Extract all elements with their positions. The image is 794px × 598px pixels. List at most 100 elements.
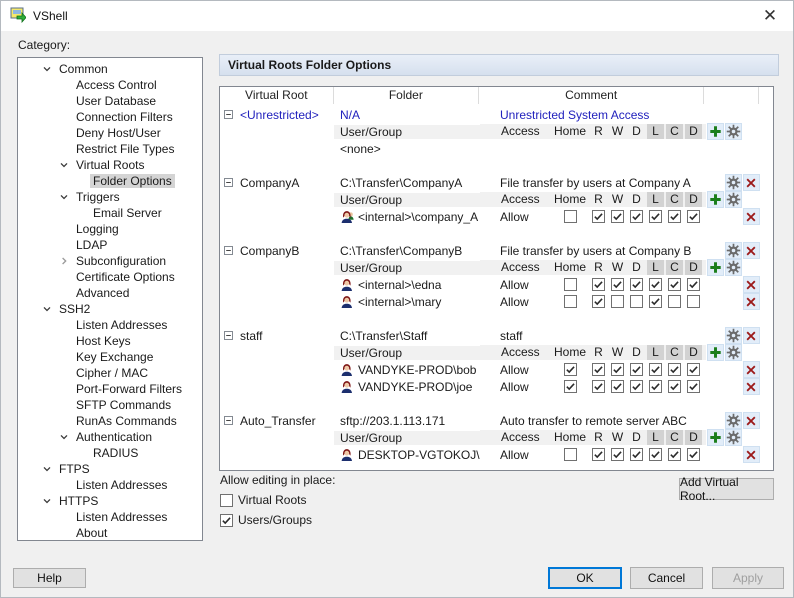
perm-checkbox-d[interactable]: [630, 448, 643, 461]
column-header-virtual-root[interactable]: Virtual Root: [220, 87, 334, 104]
tree-item-about[interactable]: About: [18, 525, 202, 541]
perm-checkbox-w[interactable]: [611, 278, 624, 291]
column-header-comment[interactable]: Comment: [479, 87, 704, 104]
cancel-button[interactable]: Cancel: [630, 567, 703, 589]
expanded-chevron-icon[interactable]: [38, 64, 56, 74]
tree-item-connection-filters[interactable]: Connection Filters: [18, 109, 202, 125]
edit-root-gear-button[interactable]: [725, 174, 742, 191]
delete-member-button[interactable]: [743, 361, 760, 378]
home-checkbox[interactable]: [564, 210, 577, 223]
add-user-button[interactable]: [707, 191, 724, 208]
perm-checkbox-d2[interactable]: [687, 448, 700, 461]
add-user-button[interactable]: [707, 259, 724, 276]
perm-checkbox-r[interactable]: [592, 448, 605, 461]
add-virtual-root-button[interactable]: Add Virtual Root...: [679, 478, 774, 500]
perm-checkbox-l[interactable]: [649, 295, 662, 308]
tree-item-advanced[interactable]: Advanced: [18, 285, 202, 301]
add-user-button[interactable]: [707, 123, 724, 140]
collapsed-chevron-icon[interactable]: [55, 256, 73, 266]
tree-item-subconfiguration[interactable]: Subconfiguration: [18, 253, 202, 269]
ok-button[interactable]: OK: [548, 567, 622, 589]
edit-root-gear-button[interactable]: [725, 412, 742, 429]
perm-checkbox-w[interactable]: [611, 210, 624, 223]
tree-item-authentication[interactable]: Authentication: [18, 429, 202, 445]
perm-checkbox-w[interactable]: [611, 363, 624, 376]
collapse-toggle-icon[interactable]: [224, 246, 233, 255]
perm-checkbox-d2[interactable]: [687, 380, 700, 393]
collapse-toggle-icon[interactable]: [224, 331, 233, 340]
perm-checkbox-d[interactable]: [630, 210, 643, 223]
perm-checkbox-c[interactable]: [668, 380, 681, 393]
delete-member-button[interactable]: [743, 208, 760, 225]
perm-checkbox-r[interactable]: [592, 363, 605, 376]
virtual-roots-checkbox-row[interactable]: Virtual Roots: [220, 493, 306, 507]
perm-checkbox-r[interactable]: [592, 278, 605, 291]
delete-member-button[interactable]: [743, 276, 760, 293]
perm-checkbox-r[interactable]: [592, 210, 605, 223]
user-settings-gear-button[interactable]: [725, 191, 742, 208]
tree-item-ldap[interactable]: LDAP: [18, 237, 202, 253]
perm-checkbox-l[interactable]: [649, 448, 662, 461]
tree-item-virtual-roots[interactable]: Virtual Roots: [18, 157, 202, 173]
perm-checkbox-w[interactable]: [611, 295, 624, 308]
tree-item-certificate-options[interactable]: Certificate Options: [18, 269, 202, 285]
expanded-chevron-icon[interactable]: [38, 304, 56, 314]
perm-checkbox-d2[interactable]: [687, 295, 700, 308]
help-button[interactable]: Help: [13, 568, 86, 588]
user-settings-gear-button[interactable]: [725, 344, 742, 361]
expanded-chevron-icon[interactable]: [55, 432, 73, 442]
virtual-roots-checkbox[interactable]: [220, 494, 233, 507]
tree-item-ssh2[interactable]: SSH2: [18, 301, 202, 317]
delete-member-button[interactable]: [743, 378, 760, 395]
perm-checkbox-l[interactable]: [649, 363, 662, 376]
edit-root-gear-button[interactable]: [725, 242, 742, 259]
close-button[interactable]: ✕: [747, 1, 793, 31]
tree-item-logging[interactable]: Logging: [18, 221, 202, 237]
expanded-chevron-icon[interactable]: [55, 160, 73, 170]
perm-checkbox-w[interactable]: [611, 448, 624, 461]
perm-checkbox-d[interactable]: [630, 380, 643, 393]
apply-button[interactable]: Apply: [712, 567, 784, 589]
edit-root-gear-button[interactable]: [725, 327, 742, 344]
user-settings-gear-button[interactable]: [725, 429, 742, 446]
perm-checkbox-c[interactable]: [668, 363, 681, 376]
tree-item-ftps[interactable]: FTPS: [18, 461, 202, 477]
tree-item-user-database[interactable]: User Database: [18, 93, 202, 109]
perm-checkbox-c[interactable]: [668, 295, 681, 308]
perm-checkbox-d2[interactable]: [687, 278, 700, 291]
home-checkbox[interactable]: [564, 380, 577, 393]
perm-checkbox-l[interactable]: [649, 210, 662, 223]
perm-checkbox-d[interactable]: [630, 363, 643, 376]
tree-item-listen-addresses[interactable]: Listen Addresses: [18, 317, 202, 333]
home-checkbox[interactable]: [564, 295, 577, 308]
tree-item-https[interactable]: HTTPS: [18, 493, 202, 509]
tree-item-sftp-commands[interactable]: SFTP Commands: [18, 397, 202, 413]
perm-checkbox-w[interactable]: [611, 380, 624, 393]
user-settings-gear-button[interactable]: [725, 259, 742, 276]
perm-checkbox-l[interactable]: [649, 380, 662, 393]
tree-item-listen-addresses[interactable]: Listen Addresses: [18, 509, 202, 525]
tree-item-deny-host-user[interactable]: Deny Host/User: [18, 125, 202, 141]
delete-root-button[interactable]: [743, 174, 760, 191]
tree-item-host-keys[interactable]: Host Keys: [18, 333, 202, 349]
expanded-chevron-icon[interactable]: [55, 192, 73, 202]
column-header-folder[interactable]: Folder: [334, 87, 479, 104]
home-checkbox[interactable]: [564, 448, 577, 461]
users-groups-checkbox-row[interactable]: Users/Groups: [220, 513, 312, 527]
collapse-toggle-icon[interactable]: [224, 416, 233, 425]
perm-checkbox-d[interactable]: [630, 295, 643, 308]
user-settings-gear-button[interactable]: [725, 123, 742, 140]
tree-item-radius[interactable]: RADIUS: [18, 445, 202, 461]
expanded-chevron-icon[interactable]: [38, 464, 56, 474]
tree-item-access-control[interactable]: Access Control: [18, 77, 202, 93]
expanded-chevron-icon[interactable]: [38, 496, 56, 506]
add-user-button[interactable]: [707, 429, 724, 446]
home-checkbox[interactable]: [564, 278, 577, 291]
delete-member-button[interactable]: [743, 446, 760, 463]
perm-checkbox-d2[interactable]: [687, 210, 700, 223]
collapse-toggle-icon[interactable]: [224, 178, 233, 187]
tree-item-port-forward-filters[interactable]: Port-Forward Filters: [18, 381, 202, 397]
tree-item-cipher-mac[interactable]: Cipher / MAC: [18, 365, 202, 381]
tree-item-runas-commands[interactable]: RunAs Commands: [18, 413, 202, 429]
tree-item-triggers[interactable]: Triggers: [18, 189, 202, 205]
